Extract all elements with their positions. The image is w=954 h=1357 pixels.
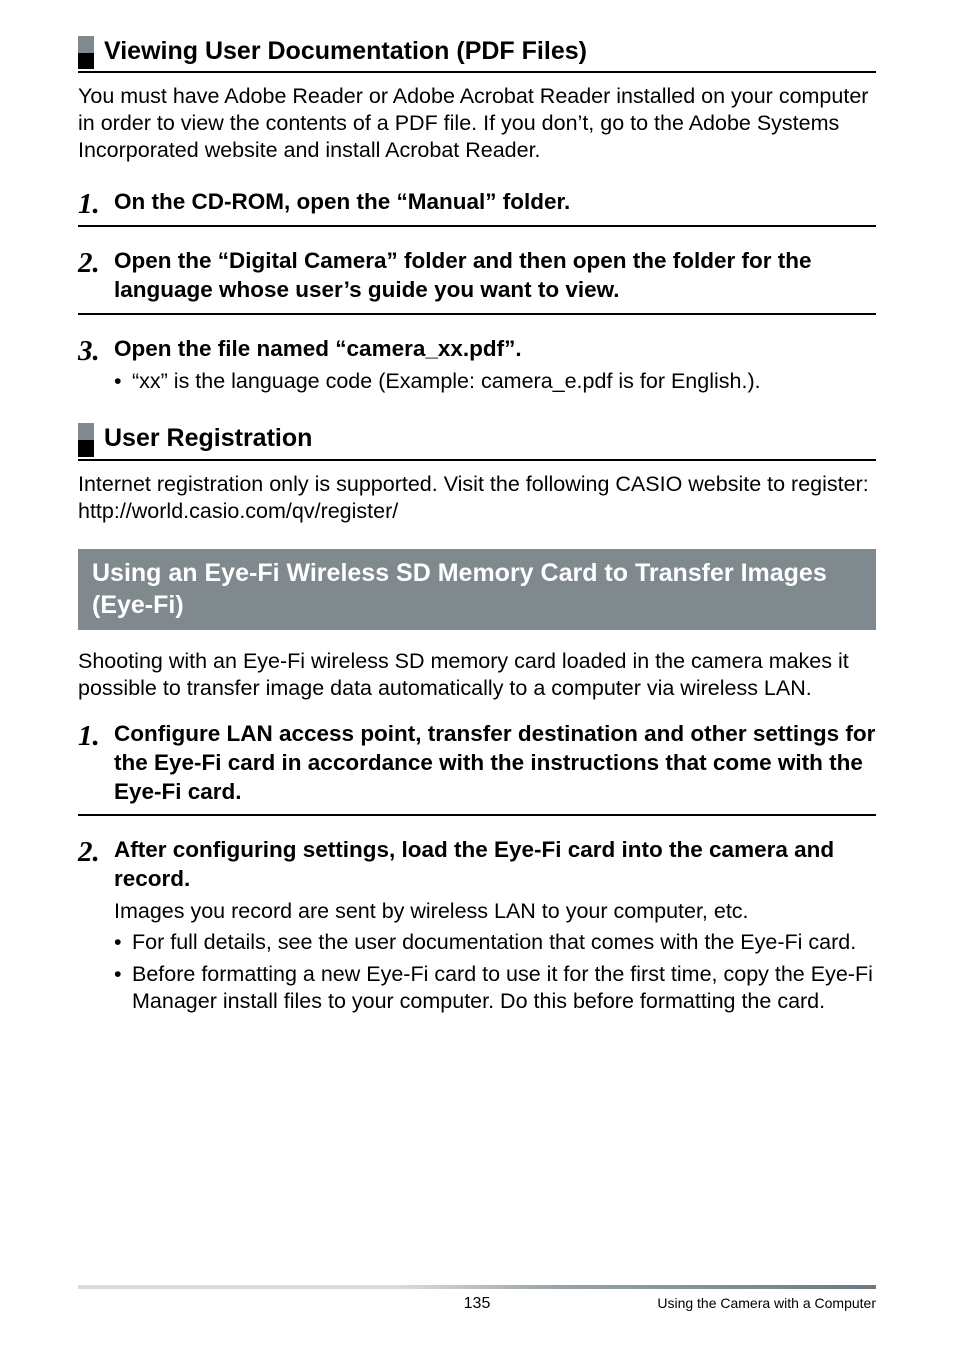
page-number: 135	[464, 1295, 491, 1313]
heading-accent-icon	[78, 423, 94, 456]
step-divider	[78, 814, 876, 816]
bullet-dot-icon: •	[114, 961, 132, 989]
bullet-text: For full details, see the user documenta…	[132, 929, 876, 957]
bullet-dot-icon: •	[114, 368, 132, 396]
section1-intro: You must have Adobe Reader or Adobe Acro…	[78, 83, 876, 164]
step-number: 1.	[78, 722, 114, 751]
step-number: 2.	[78, 838, 114, 867]
step-title: Configure LAN access point, transfer des…	[114, 720, 876, 806]
step-bullet: • Before formatting a new Eye-Fi card to…	[114, 961, 876, 1016]
step-block: 2. Open the “Digital Camera” folder and …	[78, 247, 876, 305]
step-title: On the CD-ROM, open the “Manual” folder.	[114, 188, 876, 217]
footer-chapter: Using the Camera with a Computer	[657, 1295, 876, 1311]
bullet-text: Before formatting a new Eye-Fi card to u…	[132, 961, 876, 1016]
bullet-text: “xx” is the language code (Example: came…	[132, 368, 876, 396]
step-detail: Images you record are sent by wireless L…	[114, 898, 876, 926]
heading-rule	[78, 71, 876, 73]
section2-body2: http://world.casio.com/qv/register/	[78, 498, 876, 525]
step-title: Open the “Digital Camera” folder and the…	[114, 247, 876, 305]
step-number: 2.	[78, 249, 114, 278]
footer-rule-icon	[78, 1285, 876, 1289]
step-number: 3.	[78, 337, 114, 366]
step-block: 2. After configuring settings, load the …	[78, 836, 876, 1016]
step-title: Open the file named “camera_xx.pdf”.	[114, 335, 876, 364]
step-divider	[78, 313, 876, 315]
section-heading-row: Viewing User Documentation (PDF Files)	[78, 36, 876, 69]
step-number: 1.	[78, 190, 114, 219]
step-block: 1. Configure LAN access point, transfer …	[78, 720, 876, 806]
page-footer: 135 Using the Camera with a Computer	[78, 1285, 876, 1315]
heading-accent-icon	[78, 36, 94, 69]
step-block: 3. Open the file named “camera_xx.pdf”. …	[78, 335, 876, 395]
step-title: After configuring settings, load the Eye…	[114, 836, 876, 894]
step-bullet: • “xx” is the language code (Example: ca…	[114, 368, 876, 396]
bullet-dot-icon: •	[114, 929, 132, 957]
section3-intro: Shooting with an Eye-Fi wireless SD memo…	[78, 648, 876, 702]
section-heading-row: User Registration	[78, 423, 876, 456]
step-bullet: • For full details, see the user documen…	[114, 929, 876, 957]
section2-title: User Registration	[104, 423, 312, 456]
section1-title: Viewing User Documentation (PDF Files)	[104, 36, 587, 69]
step-block: 1. On the CD-ROM, open the “Manual” fold…	[78, 188, 876, 217]
section2-body1: Internet registration only is supported.…	[78, 471, 876, 498]
section3-title: Using an Eye-Fi Wireless SD Memory Card …	[78, 549, 876, 630]
step-divider	[78, 225, 876, 227]
heading-rule	[78, 459, 876, 461]
